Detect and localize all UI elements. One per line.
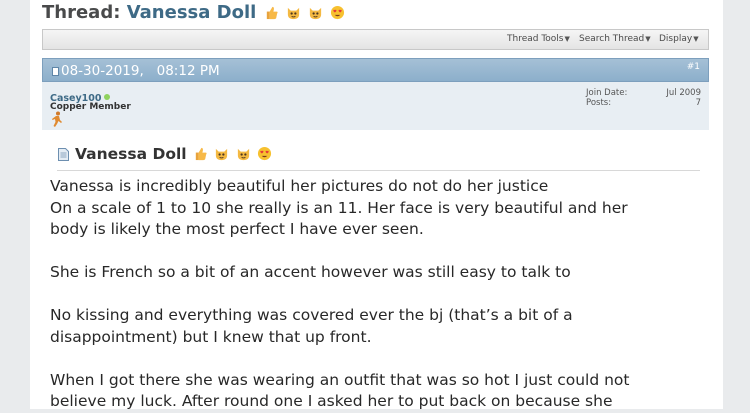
display-menu[interactable]: Display▼ <box>659 34 699 44</box>
posts-label: Posts: <box>586 98 612 108</box>
post-date: 08-30-2019, 08:12 PM <box>52 63 220 79</box>
post-body-line: No kissing and everything was covered ev… <box>50 306 573 324</box>
cat-face-icon <box>287 7 299 20</box>
post-header: 08-30-2019, 08:12 PM #1 <box>42 58 709 82</box>
post-body: Vanessa is incredibly beautiful her pict… <box>50 176 710 413</box>
rank-figure-icon <box>52 111 62 127</box>
post-body-line: On a scale of 1 to 10 she really is an 1… <box>50 198 628 217</box>
cat-face-icon <box>310 7 322 20</box>
post-title-emojis <box>192 145 272 163</box>
thread-title-prefix: Thread: <box>42 2 121 23</box>
document-icon <box>58 148 69 161</box>
chevron-down-icon: ▼ <box>693 35 699 43</box>
chevron-down-icon: ▼ <box>645 35 651 43</box>
search-thread-menu[interactable]: Search Thread▼ <box>579 34 651 44</box>
post-title-divider <box>57 170 700 171</box>
join-date-value: Jul 2009 <box>666 88 701 98</box>
search-thread-label: Search Thread <box>579 34 645 44</box>
post-title-text: Vanessa Doll <box>75 145 187 163</box>
thread-toolbar: Thread Tools▼ Search Thread▼ Display▼ <box>42 29 709 50</box>
chevron-down-icon: ▼ <box>564 35 570 43</box>
cat-face-icon <box>216 148 228 161</box>
display-label: Display <box>659 34 693 44</box>
post-body-line: When I got there she was wearing an outf… <box>50 370 630 389</box>
online-status-icon <box>104 94 110 100</box>
post-date-value: 08-30-2019, <box>61 63 144 79</box>
posts-value: 7 <box>695 98 701 108</box>
post-body-line: disappointment) but I knew that up front… <box>50 327 372 346</box>
post-old-icon <box>52 67 59 76</box>
post-body-line: Vanessa is incredibly beautiful her pict… <box>50 177 549 195</box>
thread-title: Thread: Vanessa Doll <box>42 2 345 23</box>
thread-title-emojis <box>263 2 346 23</box>
join-date-label: Join Date: <box>586 88 628 98</box>
heart-eyes-icon <box>258 146 272 161</box>
thread-tools-label: Thread Tools <box>507 34 564 44</box>
post-permalink[interactable]: #1 <box>687 62 700 72</box>
thumbs-up-icon <box>195 147 207 161</box>
heart-eyes-icon <box>331 5 345 20</box>
post-user-info: Casey100 Copper Member Join Date: Jul 20… <box>42 82 709 130</box>
post-body-line: She is French so a bit of an accent howe… <box>50 263 571 281</box>
thread-tools-menu[interactable]: Thread Tools▼ <box>507 34 570 44</box>
thread-title-name[interactable]: Vanessa Doll <box>127 2 257 23</box>
post-title: Vanessa Doll <box>75 145 272 163</box>
thumbs-up-icon <box>266 6 278 20</box>
post-body-line: body is likely the most perfect I have e… <box>50 220 424 238</box>
page: Thread: Vanessa Doll Thread Tools▼ Searc… <box>30 0 723 410</box>
post-time-value: 08:12 PM <box>156 63 220 79</box>
cat-face-icon <box>237 148 249 161</box>
post-body-line: believe my luck. After round one I asked… <box>50 392 613 410</box>
